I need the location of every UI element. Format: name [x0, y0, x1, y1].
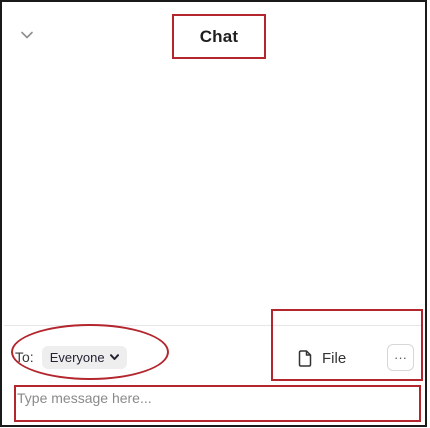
- to-label: To:: [15, 349, 34, 365]
- message-input-box: [14, 381, 421, 422]
- chevron-down-icon: [109, 353, 119, 360]
- message-list[interactable]: [4, 62, 425, 324]
- composer-divider: [4, 325, 423, 326]
- recipient-row: To: Everyone: [15, 342, 127, 372]
- more-options-icon: ···: [394, 350, 407, 365]
- chevron-down-icon: [21, 31, 33, 39]
- file-icon: [298, 349, 312, 367]
- chat-title: Chat: [199, 26, 239, 46]
- recipient-value: Everyone: [49, 349, 105, 365]
- message-input[interactable]: [16, 381, 419, 414]
- chat-panel: Chat To: Everyone File ···: [0, 0, 427, 427]
- title-highlight-box: Chat: [172, 14, 266, 59]
- collapse-chat-button[interactable]: [18, 28, 36, 42]
- more-options-button[interactable]: ···: [387, 344, 414, 371]
- send-file-button[interactable]: File: [298, 345, 346, 371]
- file-label: File: [322, 349, 347, 367]
- recipient-dropdown[interactable]: Everyone: [41, 345, 127, 369]
